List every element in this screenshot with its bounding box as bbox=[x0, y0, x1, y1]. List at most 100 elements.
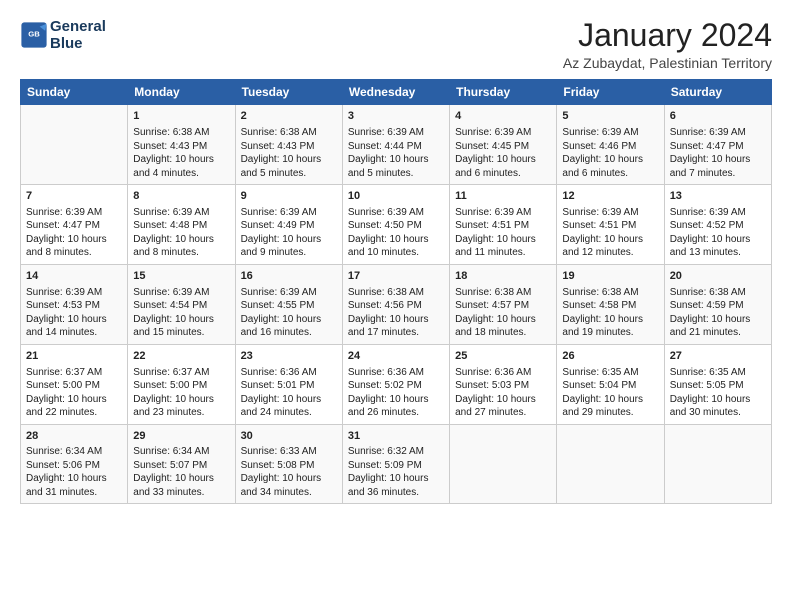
day-detail: Sunrise: 6:39 AM Sunset: 4:46 PM Dayligh… bbox=[562, 126, 658, 180]
calendar-cell: 22 Sunrise: 6:37 AM Sunset: 5:00 PM Dayli… bbox=[128, 344, 235, 424]
day-number: 8 bbox=[133, 189, 229, 204]
day-detail: Sunrise: 6:39 AM Sunset: 4:45 PM Dayligh… bbox=[455, 126, 551, 180]
day-detail: Sunrise: 6:39 AM Sunset: 4:51 PM Dayligh… bbox=[455, 206, 551, 260]
calendar-cell: 28Sunrise: 6:34 AM Sunset: 5:06 PM Dayli… bbox=[21, 424, 128, 504]
day-detail: Sunrise: 6:35 AM Sunset: 5:05 PM Dayligh… bbox=[670, 366, 766, 420]
day-detail: Sunrise: 6:39 AM Sunset: 4:51 PM Dayligh… bbox=[562, 206, 658, 260]
logo-line2: Blue bbox=[50, 35, 106, 52]
day-detail: Sunrise: 6:39 AM Sunset: 4:50 PM Dayligh… bbox=[348, 206, 444, 260]
calendar-cell: 29Sunrise: 6:34 AM Sunset: 5:07 PM Dayli… bbox=[128, 424, 235, 504]
week-row: 28Sunrise: 6:34 AM Sunset: 5:06 PM Dayli… bbox=[21, 424, 772, 504]
day-number: 22 bbox=[133, 349, 229, 364]
header-day: Tuesday bbox=[235, 80, 342, 105]
day-number: 23 bbox=[241, 349, 337, 364]
calendar-cell: 12 Sunrise: 6:39 AM Sunset: 4:51 PM Dayli… bbox=[557, 185, 664, 265]
calendar-cell: 11 Sunrise: 6:39 AM Sunset: 4:51 PM Dayli… bbox=[450, 185, 557, 265]
week-row: 21 Sunrise: 6:37 AM Sunset: 5:00 PM Dayli… bbox=[21, 344, 772, 424]
day-detail: Sunrise: 6:32 AM Sunset: 5:09 PM Dayligh… bbox=[348, 445, 444, 499]
day-detail: Sunrise: 6:39 AM Sunset: 4:52 PM Dayligh… bbox=[670, 206, 766, 260]
day-detail: Sunrise: 6:38 AM Sunset: 4:59 PM Dayligh… bbox=[670, 286, 766, 340]
header-day: Thursday bbox=[450, 80, 557, 105]
calendar-cell: 16 Sunrise: 6:39 AM Sunset: 4:55 PM Dayli… bbox=[235, 264, 342, 344]
header-day: Friday bbox=[557, 80, 664, 105]
day-number: 4 bbox=[455, 109, 551, 124]
day-number: 27 bbox=[670, 349, 766, 364]
day-number: 16 bbox=[241, 269, 337, 284]
day-detail: Sunrise: 6:39 AM Sunset: 4:49 PM Dayligh… bbox=[241, 206, 337, 260]
calendar-cell: 25 Sunrise: 6:36 AM Sunset: 5:03 PM Dayli… bbox=[450, 344, 557, 424]
day-number: 13 bbox=[670, 189, 766, 204]
week-row: 14 Sunrise: 6:39 AM Sunset: 4:53 PM Dayli… bbox=[21, 264, 772, 344]
day-detail: Sunrise: 6:36 AM Sunset: 5:01 PM Dayligh… bbox=[241, 366, 337, 420]
day-number: 7 bbox=[26, 189, 122, 204]
day-number: 2 bbox=[241, 109, 337, 124]
day-number: 14 bbox=[26, 269, 122, 284]
day-number: 29 bbox=[133, 429, 229, 444]
calendar-cell: 31Sunrise: 6:32 AM Sunset: 5:09 PM Dayli… bbox=[342, 424, 449, 504]
calendar-cell: 27 Sunrise: 6:35 AM Sunset: 5:05 PM Dayli… bbox=[664, 344, 771, 424]
day-detail: Sunrise: 6:39 AM Sunset: 4:54 PM Dayligh… bbox=[133, 286, 229, 340]
day-number: 31 bbox=[348, 429, 444, 444]
logo-line1: General bbox=[50, 18, 106, 35]
day-number: 25 bbox=[455, 349, 551, 364]
main-title: January 2024 bbox=[563, 18, 772, 53]
day-detail: Sunrise: 6:39 AM Sunset: 4:48 PM Dayligh… bbox=[133, 206, 229, 260]
day-detail: Sunrise: 6:39 AM Sunset: 4:53 PM Dayligh… bbox=[26, 286, 122, 340]
calendar-cell: 15Sunrise: 6:39 AM Sunset: 4:54 PM Dayli… bbox=[128, 264, 235, 344]
day-number: 3 bbox=[348, 109, 444, 124]
calendar-cell: 5 Sunrise: 6:39 AM Sunset: 4:46 PM Daylig… bbox=[557, 105, 664, 185]
calendar-cell: 1 Sunrise: 6:38 AM Sunset: 4:43 PM Daylig… bbox=[128, 105, 235, 185]
calendar-cell: 23 Sunrise: 6:36 AM Sunset: 5:01 PM Dayli… bbox=[235, 344, 342, 424]
calendar-cell: 6Sunrise: 6:39 AM Sunset: 4:47 PM Daylig… bbox=[664, 105, 771, 185]
day-detail: Sunrise: 6:38 AM Sunset: 4:56 PM Dayligh… bbox=[348, 286, 444, 340]
day-number: 12 bbox=[562, 189, 658, 204]
day-number: 21 bbox=[26, 349, 122, 364]
day-number: 5 bbox=[562, 109, 658, 124]
calendar-cell bbox=[450, 424, 557, 504]
header-day: Monday bbox=[128, 80, 235, 105]
calendar-cell: 26Sunrise: 6:35 AM Sunset: 5:04 PM Dayli… bbox=[557, 344, 664, 424]
logo-text: General Blue bbox=[50, 18, 106, 53]
day-detail: Sunrise: 6:37 AM Sunset: 5:00 PM Dayligh… bbox=[133, 366, 229, 420]
day-number: 11 bbox=[455, 189, 551, 204]
title-block: January 2024 Az Zubaydat, Palestinian Te… bbox=[563, 18, 772, 71]
logo-icon: GB bbox=[20, 21, 48, 49]
calendar-cell: 18 Sunrise: 6:38 AM Sunset: 4:57 PM Dayli… bbox=[450, 264, 557, 344]
week-row: 1 Sunrise: 6:38 AM Sunset: 4:43 PM Daylig… bbox=[21, 105, 772, 185]
calendar-cell: 21Sunrise: 6:37 AM Sunset: 5:00 PM Dayli… bbox=[21, 344, 128, 424]
calendar-cell: 19Sunrise: 6:38 AM Sunset: 4:58 PM Dayli… bbox=[557, 264, 664, 344]
day-detail: Sunrise: 6:34 AM Sunset: 5:06 PM Dayligh… bbox=[26, 445, 122, 499]
day-detail: Sunrise: 6:34 AM Sunset: 5:07 PM Dayligh… bbox=[133, 445, 229, 499]
calendar-cell: 2Sunrise: 6:38 AM Sunset: 4:43 PM Daylig… bbox=[235, 105, 342, 185]
calendar-cell: 8 Sunrise: 6:39 AM Sunset: 4:48 PM Daylig… bbox=[128, 185, 235, 265]
calendar-cell: 20 Sunrise: 6:38 AM Sunset: 4:59 PM Dayli… bbox=[664, 264, 771, 344]
day-number: 18 bbox=[455, 269, 551, 284]
calendar-cell bbox=[21, 105, 128, 185]
day-number: 6 bbox=[670, 109, 766, 124]
day-number: 1 bbox=[133, 109, 229, 124]
calendar-cell: 4 Sunrise: 6:39 AM Sunset: 4:45 PM Daylig… bbox=[450, 105, 557, 185]
calendar-cell: 24 Sunrise: 6:36 AM Sunset: 5:02 PM Dayli… bbox=[342, 344, 449, 424]
week-row: 7Sunrise: 6:39 AM Sunset: 4:47 PM Daylig… bbox=[21, 185, 772, 265]
day-number: 26 bbox=[562, 349, 658, 364]
day-detail: Sunrise: 6:33 AM Sunset: 5:08 PM Dayligh… bbox=[241, 445, 337, 499]
calendar-page: GB General Blue January 2024 Az Zubaydat… bbox=[0, 0, 792, 612]
day-number: 28 bbox=[26, 429, 122, 444]
header-day: Wednesday bbox=[342, 80, 449, 105]
day-number: 17 bbox=[348, 269, 444, 284]
day-number: 30 bbox=[241, 429, 337, 444]
day-number: 24 bbox=[348, 349, 444, 364]
calendar-cell: 30Sunrise: 6:33 AM Sunset: 5:08 PM Dayli… bbox=[235, 424, 342, 504]
day-detail: Sunrise: 6:38 AM Sunset: 4:43 PM Dayligh… bbox=[133, 126, 229, 180]
day-detail: Sunrise: 6:38 AM Sunset: 4:57 PM Dayligh… bbox=[455, 286, 551, 340]
calendar-cell: 3Sunrise: 6:39 AM Sunset: 4:44 PM Daylig… bbox=[342, 105, 449, 185]
header-row: SundayMondayTuesdayWednesdayThursdayFrid… bbox=[21, 80, 772, 105]
day-detail: Sunrise: 6:39 AM Sunset: 4:55 PM Dayligh… bbox=[241, 286, 337, 340]
day-detail: Sunrise: 6:36 AM Sunset: 5:02 PM Dayligh… bbox=[348, 366, 444, 420]
day-number: 10 bbox=[348, 189, 444, 204]
day-detail: Sunrise: 6:36 AM Sunset: 5:03 PM Dayligh… bbox=[455, 366, 551, 420]
subtitle: Az Zubaydat, Palestinian Territory bbox=[563, 55, 772, 71]
day-number: 20 bbox=[670, 269, 766, 284]
calendar-table: SundayMondayTuesdayWednesdayThursdayFrid… bbox=[20, 79, 772, 504]
day-detail: Sunrise: 6:38 AM Sunset: 4:58 PM Dayligh… bbox=[562, 286, 658, 340]
